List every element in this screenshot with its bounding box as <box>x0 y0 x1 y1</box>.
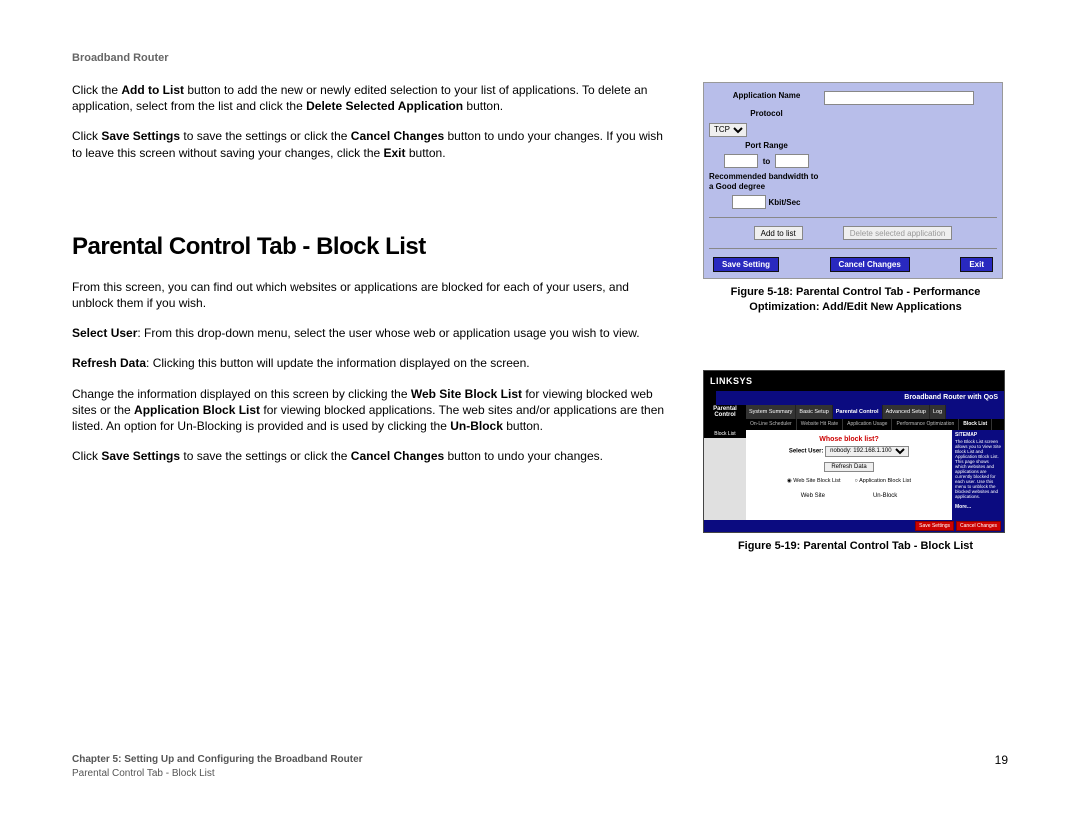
nav-advanced-setup[interactable]: Advanced Setup <box>883 405 930 419</box>
section-label: Parental Control <box>704 405 746 419</box>
page-footer: Chapter 5: Setting Up and Configuring th… <box>72 753 1008 780</box>
app-name-label: Application Name <box>709 91 824 101</box>
select-user-label: Select User: <box>789 448 824 454</box>
column-unblock: Un-Block <box>869 492 901 500</box>
bandwidth-label: Recommended bandwidth to a Good degree <box>709 172 824 191</box>
subnav-hitrate[interactable]: Website Hit Rate <box>797 419 843 430</box>
subnav-perf-opt[interactable]: Performance Optimization <box>892 419 959 430</box>
paragraph-block-lists: Change the information displayed on this… <box>72 386 673 435</box>
paragraph-save-cancel: Click Save Settings to save the settings… <box>72 448 673 464</box>
subnav-block-list[interactable]: Block List <box>959 419 992 430</box>
cancel-changes-button[interactable]: Cancel Changes <box>830 257 910 272</box>
add-to-list-button[interactable]: Add to list <box>754 226 803 240</box>
protocol-label: Protocol <box>709 109 824 119</box>
protocol-select[interactable]: TCP <box>709 123 747 137</box>
delete-selected-button[interactable]: Delete selected application <box>843 226 953 240</box>
linksys-logo: LINKSYS <box>710 376 753 386</box>
body-text-column: Click the Add to List button to add the … <box>72 82 673 553</box>
save-settings-button[interactable]: Save Settings <box>915 521 954 531</box>
port-range-label: Port Range <box>709 141 824 151</box>
port-to-input[interactable] <box>775 154 809 168</box>
sidebar-block-list: Block List <box>704 430 746 438</box>
subnav-scheduler[interactable]: On-Line Scheduler <box>746 419 797 430</box>
column-website: Web Site <box>797 492 829 500</box>
whose-block-list-label: Whose block list? <box>750 436 948 443</box>
help-more-link[interactable]: More... <box>955 505 1001 511</box>
port-from-input[interactable] <box>724 154 758 168</box>
page-number: 19 <box>995 753 1008 780</box>
select-user-dropdown[interactable]: nobody: 192.168.1.100 <box>825 446 909 457</box>
radio-app-block[interactable]: ○ Application Block List <box>855 478 912 484</box>
nav-system-summary[interactable]: System Summary <box>746 405 796 419</box>
app-name-input[interactable] <box>824 91 974 105</box>
paragraph-intro: From this screen, you can find out which… <box>72 279 673 311</box>
figure-5-18-caption: Figure 5-18: Parental Control Tab - Perf… <box>703 285 1008 314</box>
document-header: Broadband Router <box>72 52 1008 64</box>
radio-website-block[interactable]: ◉ Web Site Block List <box>787 478 841 484</box>
section-heading: Parental Control Tab - Block List <box>72 233 673 261</box>
paragraph-add-to-list: Click the Add to List button to add the … <box>72 82 673 114</box>
nav-log[interactable]: Log <box>930 405 946 419</box>
cancel-changes-button-2[interactable]: Cancel Changes <box>956 521 1001 531</box>
nav-basic-setup[interactable]: Basic Setup <box>796 405 832 419</box>
refresh-data-button[interactable]: Refresh Data <box>824 462 873 472</box>
figure-5-19-caption: Figure 5-19: Parental Control Tab - Bloc… <box>703 539 1008 553</box>
bandwidth-input[interactable] <box>732 195 766 209</box>
figure-5-18: Application Name Protocol TCP Port Range <box>703 82 1003 279</box>
figure-5-19: LINKSYS Broadband Router with QoS Parent… <box>703 370 1005 533</box>
nav-parental-control[interactable]: Parental Control <box>833 405 883 419</box>
paragraph-save-exit: Click Save Settings to save the settings… <box>72 128 673 160</box>
exit-button[interactable]: Exit <box>960 257 993 272</box>
paragraph-select-user: Select User: From this drop-down menu, s… <box>72 325 673 341</box>
footer-section: Parental Control Tab - Block List <box>72 768 215 779</box>
paragraph-refresh-data: Refresh Data: Clicking this button will … <box>72 355 673 371</box>
help-panel: SITEMAP The Block List screen allows you… <box>952 430 1004 520</box>
save-setting-button[interactable]: Save Setting <box>713 257 779 272</box>
product-name: Broadband Router with QoS <box>904 394 998 401</box>
subnav-app-usage[interactable]: Application Usage <box>843 419 892 430</box>
footer-chapter: Chapter 5: Setting Up and Configuring th… <box>72 754 363 765</box>
